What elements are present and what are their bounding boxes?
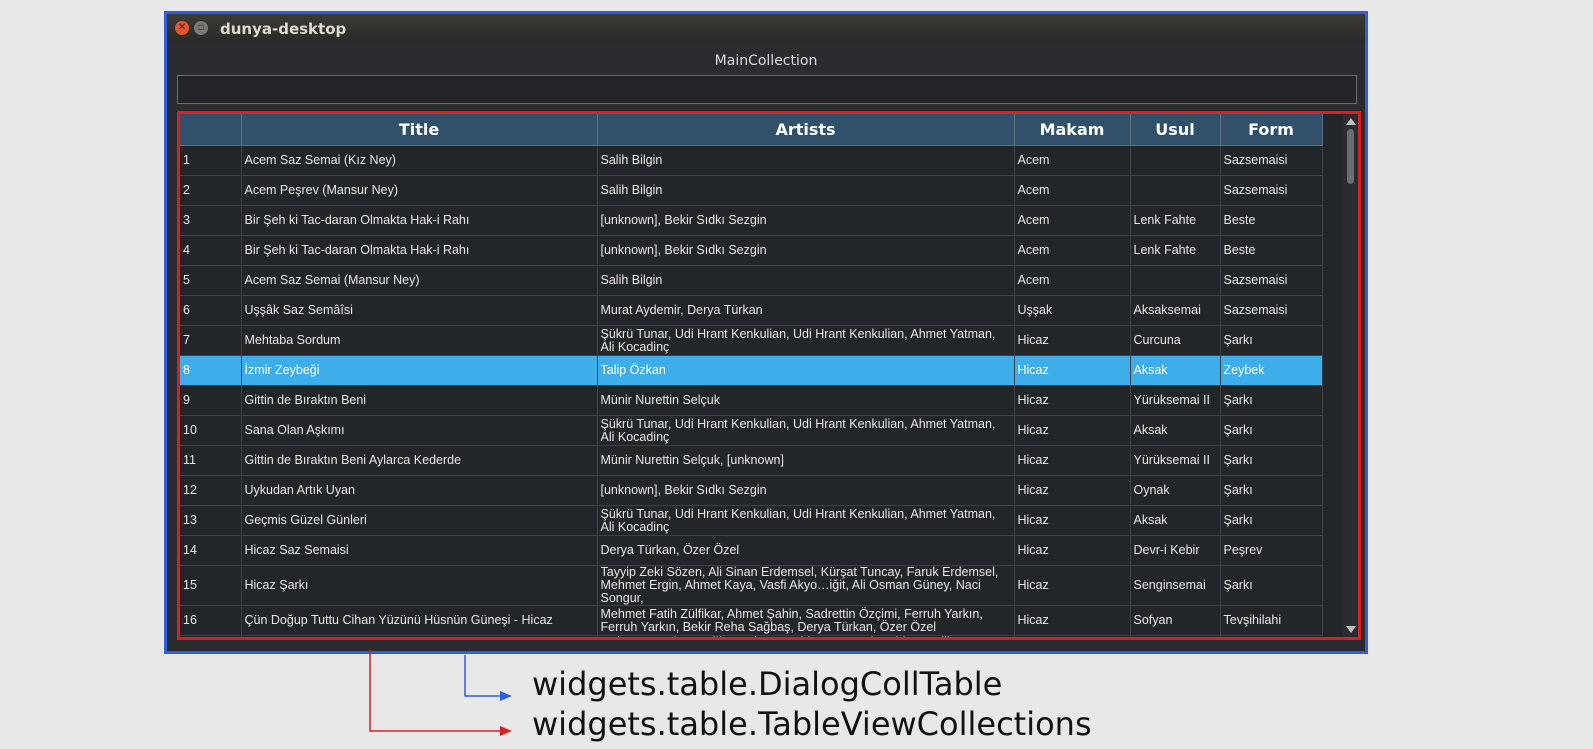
annotation-arrows xyxy=(369,650,512,736)
dialog-class-label: widgets.table.DialogCollTable xyxy=(532,665,1003,703)
table-class-label: widgets.table.TableViewCollections xyxy=(532,705,1092,743)
